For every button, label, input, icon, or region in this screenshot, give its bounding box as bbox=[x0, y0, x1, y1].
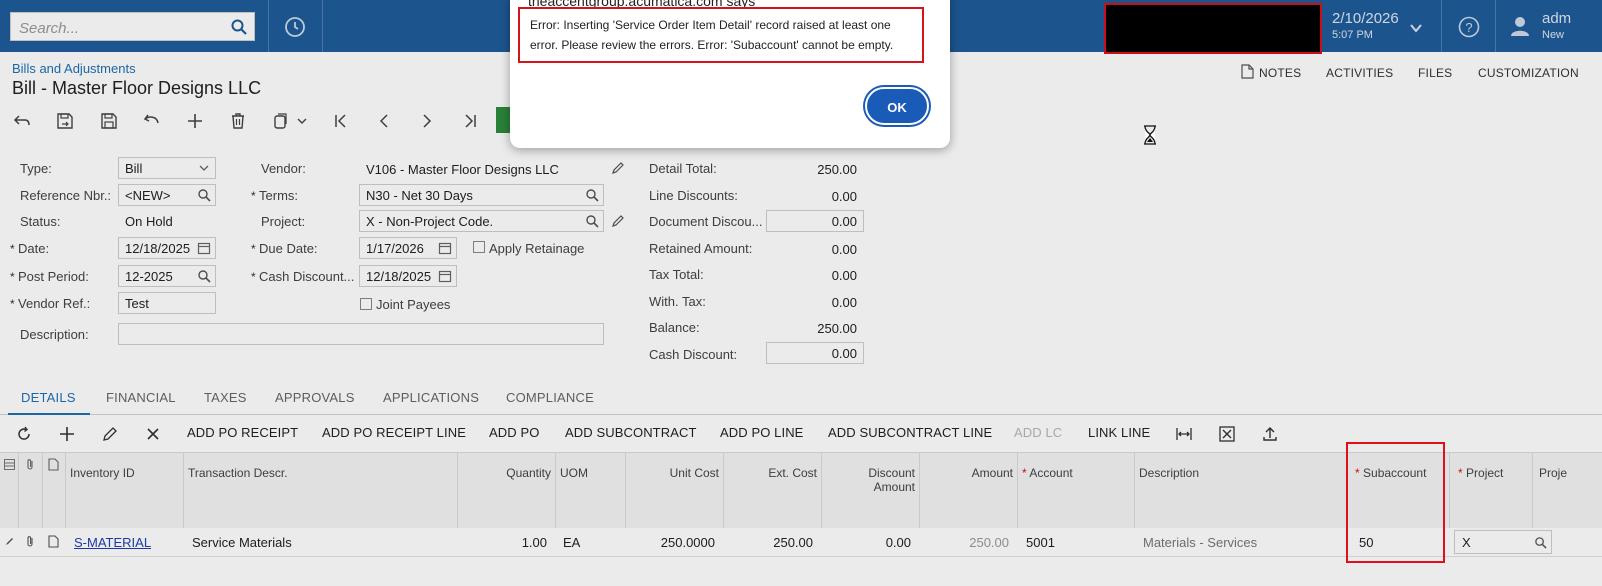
dialog-message-box: Error: Inserting 'Service Order Item Det… bbox=[518, 7, 924, 63]
subaccount-highlight bbox=[1346, 442, 1445, 563]
ok-button[interactable]: OK bbox=[865, 87, 929, 125]
hourglass-cursor-icon bbox=[1144, 125, 1156, 145]
alert-dialog: theaccentgroup.acumatica.com says Error:… bbox=[510, 0, 950, 148]
dialog-message: Error: Inserting 'Service Order Item Det… bbox=[530, 18, 894, 52]
